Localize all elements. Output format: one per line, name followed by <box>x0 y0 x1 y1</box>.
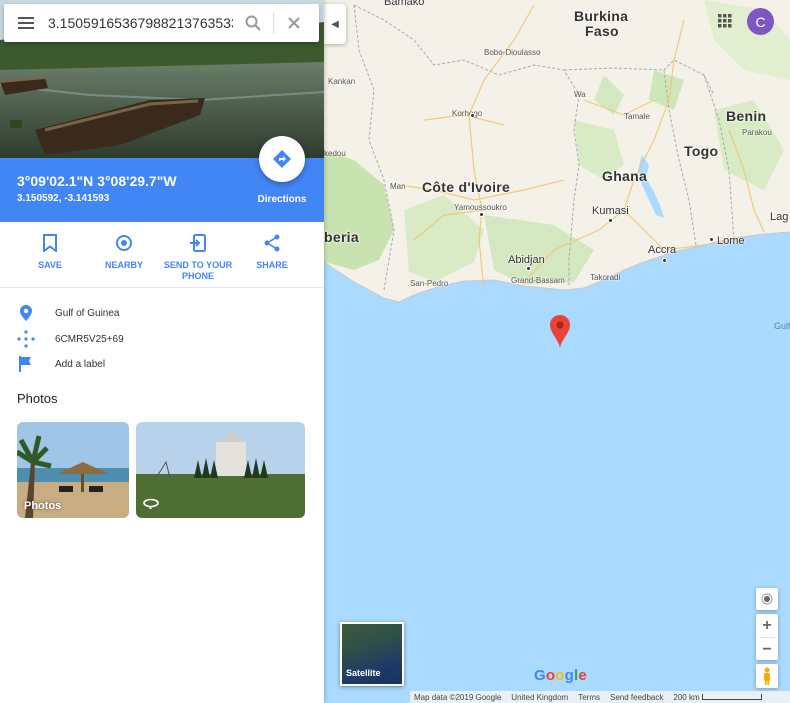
country-label-benin: Benin <box>726 108 767 124</box>
terms-link[interactable]: Terms <box>578 693 600 702</box>
directions-label[interactable]: Directions <box>250 194 314 205</box>
city-kumasi: Kumasi <box>592 205 629 217</box>
city-san-pedro: San-Pedro <box>410 279 449 288</box>
country-label-ghana: Ghana <box>602 168 648 184</box>
info-row-add-label[interactable]: Add a label <box>0 352 324 376</box>
bookmark-icon <box>13 232 87 254</box>
action-bar: SAVE NEARBY SEND TO YOUR PHONE SHARE <box>0 222 324 288</box>
country-label-ivory-coast: Côte d'Ivoire <box>422 179 511 195</box>
country-label-togo: Togo <box>684 143 719 159</box>
scale-bar <box>701 693 762 700</box>
city-kankan: Kankan <box>328 77 356 86</box>
my-location-button[interactable] <box>756 588 778 610</box>
city-kedou: kedou <box>324 149 346 158</box>
close-icon[interactable] <box>274 4 314 42</box>
city-man: Man <box>390 182 406 191</box>
plus-code-text: 6CMR5V25+69 <box>55 333 124 345</box>
info-row-plus-code[interactable]: 6CMR5V25+69 <box>0 327 324 351</box>
address-text: Gulf of Guinea <box>55 307 120 319</box>
google-apps-icon[interactable] <box>716 12 734 30</box>
country-label-liberia: beria <box>324 229 359 245</box>
decimal-coordinates: 3.150592, -3.141593 <box>17 193 110 204</box>
location-pin-icon <box>0 305 55 321</box>
city-bobo-dioulasso: Bobo-Dioulasso <box>484 48 541 57</box>
google-logo: Google <box>534 667 587 684</box>
sea-label-gulf: Gulf <box>774 321 790 331</box>
search-bar <box>4 4 319 42</box>
city-dot <box>526 266 531 271</box>
add-label-text: Add a label <box>55 358 106 370</box>
photo-thumbnail-360[interactable] <box>136 422 305 518</box>
city-abidjan: Abidjan <box>508 254 545 266</box>
save-label: SAVE <box>38 260 62 270</box>
city-korhogo: Korhogo <box>452 109 483 118</box>
city-dot <box>662 258 667 263</box>
city-wa: Wa <box>574 90 586 99</box>
map-attribution-bar: Map data ©2019 Google United Kingdom Ter… <box>410 691 790 703</box>
satellite-layer-toggle[interactable]: Satellite <box>340 622 404 686</box>
place-title-coordinates: 3°09'02.1"N 3°08'29.7"W <box>17 173 177 189</box>
menu-icon[interactable] <box>4 4 48 42</box>
share-label: SHARE <box>256 260 288 270</box>
directions-button[interactable] <box>259 136 305 182</box>
city-lag: Lag <box>770 211 789 223</box>
city-yamoussoukro: Yamoussoukro <box>454 203 507 212</box>
send-to-phone-label: SEND TO YOUR PHONE <box>163 260 233 281</box>
map-data-text: Map data ©2019 Google <box>414 692 502 702</box>
photos-heading: Photos <box>17 391 58 406</box>
hero-photo[interactable] <box>0 0 324 158</box>
city-bamako: Bamako <box>384 0 425 8</box>
directions-icon <box>273 150 291 168</box>
share-icon <box>235 232 309 254</box>
satellite-label: Satellite <box>346 668 381 678</box>
collapse-panel-button[interactable]: ◀ <box>324 4 346 44</box>
account-avatar[interactable]: C <box>747 8 774 35</box>
nearby-icon <box>87 232 161 254</box>
nearby-button[interactable]: NEARBY <box>87 222 161 287</box>
360-icon <box>143 497 159 512</box>
map-canvas[interactable]: Burkina Faso Benin Togo Ghana Côte d'Ivo… <box>324 0 790 703</box>
share-button[interactable]: SHARE <box>235 222 309 287</box>
plus-code-icon <box>0 330 55 348</box>
city-accra: Accra <box>648 244 677 256</box>
city-tamale: Tamale <box>624 112 650 121</box>
search-input[interactable] <box>48 15 233 31</box>
city-dot <box>709 237 714 242</box>
save-button[interactable]: SAVE <box>13 222 87 287</box>
send-feedback-link[interactable]: Send feedback <box>610 693 663 702</box>
search-icon[interactable] <box>233 4 273 42</box>
city-dot <box>470 113 475 118</box>
zoom-controls: + − <box>756 614 778 660</box>
street-view-pegman-icon[interactable] <box>756 664 778 688</box>
country-label-burkina: Burkina <box>574 8 629 24</box>
city-parakou: Parakou <box>742 128 772 137</box>
location-pin-marker[interactable] <box>550 315 570 354</box>
city-dot <box>608 218 613 223</box>
city-dot <box>479 212 484 217</box>
info-row-address[interactable]: Gulf of Guinea <box>0 301 324 325</box>
country-label-faso: Faso <box>585 23 619 39</box>
city-takoradi: Takoradi <box>590 273 621 282</box>
nearby-label: NEARBY <box>104 260 143 270</box>
flag-icon <box>0 356 55 372</box>
region-link[interactable]: United Kingdom <box>511 693 568 702</box>
zoom-out-button[interactable]: − <box>756 638 778 661</box>
city-lome: Lome <box>717 235 745 247</box>
scale-label[interactable]: 200 km <box>673 693 762 702</box>
photo-thumbnail-beach[interactable]: Photos <box>17 422 129 518</box>
city-grand-bassam: Grand-Bassam <box>511 276 565 285</box>
photo-caption: Photos <box>24 500 62 512</box>
send-to-phone-button[interactable]: SEND TO YOUR PHONE <box>161 222 235 287</box>
place-side-panel: 3°09'02.1"N 3°08'29.7"W 3.150592, -3.141… <box>0 0 324 703</box>
send-to-phone-icon <box>161 232 235 254</box>
zoom-in-button[interactable]: + <box>756 614 778 637</box>
